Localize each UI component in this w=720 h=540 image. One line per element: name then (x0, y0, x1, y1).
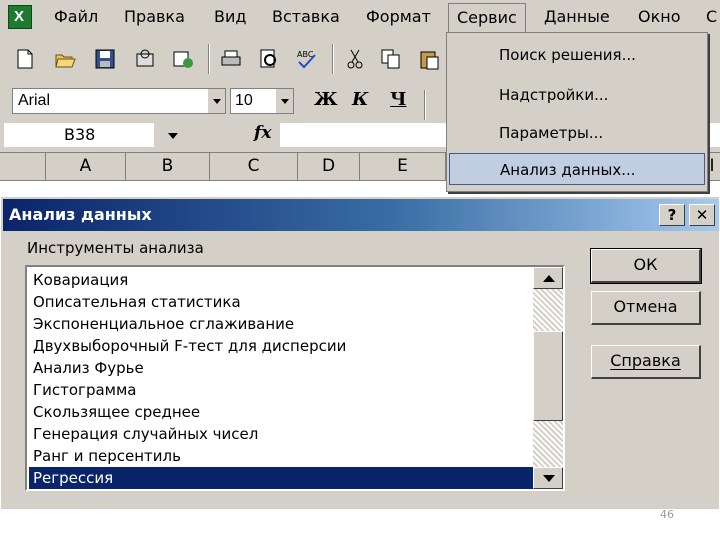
select-all-corner[interactable] (0, 153, 46, 180)
list-item[interactable]: Экспоненциальное сглаживание (29, 313, 533, 335)
menu-bar: Файл Правка Вид Вставка Формат Сервис Да… (0, 0, 720, 34)
ok-button[interactable]: ОК (590, 248, 702, 284)
help-button[interactable]: Справка (591, 345, 701, 379)
chevron-down-icon[interactable] (158, 123, 188, 147)
scrollbar-thumb[interactable] (533, 331, 563, 421)
list-item[interactable]: Описательная статистика (29, 291, 533, 313)
email-icon[interactable] (172, 48, 194, 70)
tools-menu-dropdown: Поиск решения... Надстройки... Параметры… (446, 32, 708, 192)
new-document-icon[interactable] (14, 48, 36, 70)
menu-file[interactable]: Файл (54, 7, 98, 26)
menu-edit[interactable]: Правка (124, 7, 185, 26)
menu-format[interactable]: Формат (366, 7, 431, 26)
print-icon[interactable] (220, 48, 242, 70)
column-header-e[interactable]: E (360, 153, 446, 180)
help-icon[interactable]: ? (659, 204, 685, 226)
italic-button[interactable]: К (352, 89, 368, 110)
column-header-a[interactable]: A (46, 153, 126, 180)
menu-item-addins[interactable]: Надстройки... (449, 79, 705, 111)
menu-window[interactable]: Окно (638, 7, 681, 26)
copy-icon[interactable] (380, 48, 402, 70)
column-header-b[interactable]: B (126, 153, 210, 180)
menu-item-options[interactable]: Параметры... (449, 117, 705, 149)
font-size-combo[interactable]: 10 (230, 88, 294, 114)
open-folder-icon[interactable] (54, 48, 76, 70)
dialog-title: Анализ данных (9, 205, 152, 224)
cut-icon[interactable] (344, 48, 366, 70)
list-item[interactable]: Ранг и персентиль (29, 445, 533, 467)
menu-help-partial[interactable]: С (706, 7, 717, 26)
menu-data[interactable]: Данные (544, 7, 610, 26)
list-item[interactable]: Гистограмма (29, 379, 533, 401)
toolbar-separator (332, 44, 334, 74)
column-header-d[interactable]: D (298, 153, 360, 180)
font-name-combo[interactable]: Arial (12, 88, 226, 114)
insert-function-icon[interactable]: fx (254, 123, 271, 143)
list-item[interactable]: Ковариация (29, 269, 533, 291)
toolbar-separator (424, 90, 426, 120)
list-item[interactable]: Анализ Фурье (29, 357, 533, 379)
chevron-down-icon[interactable] (207, 89, 225, 113)
menu-item-solver[interactable]: Поиск решения... (449, 39, 705, 71)
list-item[interactable]: Двухвыборочный F-тест для дисперсии (29, 335, 533, 357)
scroll-up-icon[interactable] (533, 267, 563, 289)
menu-item-data-analysis[interactable]: Анализ данных... (449, 153, 705, 185)
page-number: 46 (660, 508, 674, 521)
menu-tools[interactable]: Сервис (448, 3, 526, 33)
cell-reference: B38 (64, 125, 96, 144)
close-icon[interactable]: ✕ (689, 204, 715, 226)
analysis-tools-listbox[interactable]: Ковариация Описательная статистика Экспо… (25, 265, 565, 491)
underline-button[interactable]: Ч (390, 89, 406, 110)
column-header-c[interactable]: C (210, 153, 298, 180)
font-name-value: Arial (18, 92, 51, 109)
save-icon[interactable] (94, 48, 116, 70)
excel-app-icon[interactable] (8, 5, 32, 29)
cancel-button[interactable]: Отмена (591, 291, 701, 325)
bold-button[interactable]: Ж (314, 89, 338, 110)
dialog-titlebar[interactable]: Анализ данных ? ✕ (3, 199, 719, 231)
chevron-down-icon[interactable] (275, 89, 293, 113)
scroll-down-icon[interactable] (533, 467, 563, 489)
toolbar-separator (208, 44, 210, 74)
paste-icon[interactable] (418, 48, 440, 70)
name-box[interactable]: B38 (4, 123, 154, 147)
menu-insert[interactable]: Вставка (272, 7, 340, 26)
data-analysis-dialog: Анализ данных ? ✕ Инструменты анализа Ко… (0, 196, 720, 510)
print-preview-icon[interactable] (258, 48, 280, 70)
list-item[interactable]: Генерация случайных чисел (29, 423, 533, 445)
font-size-value: 10 (235, 92, 253, 109)
menu-view[interactable]: Вид (214, 7, 246, 26)
list-item-selected[interactable]: Регрессия (29, 467, 533, 489)
permission-icon[interactable] (134, 48, 156, 70)
list-item[interactable]: Скользящее среднее (29, 401, 533, 423)
vertical-scrollbar[interactable] (533, 267, 563, 489)
analysis-tools-label: Инструменты анализа (27, 239, 204, 257)
listbox-items: Ковариация Описательная статистика Экспо… (27, 267, 533, 489)
spelling-icon[interactable]: ABC (296, 48, 318, 70)
